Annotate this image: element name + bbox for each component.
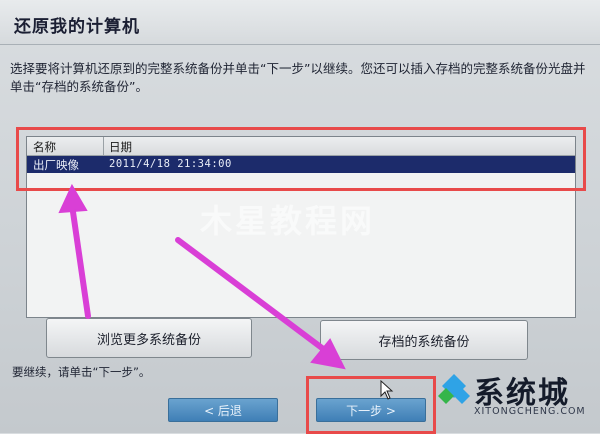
back-button[interactable]: < 后退 [168, 398, 278, 422]
watermark: 木星教程网 [200, 202, 376, 240]
window-title: 还原我的计算机 [14, 17, 140, 37]
instruction-text: 选择要将计算机还原到的完整系统备份并单击“下一步”以继续。您还可以插入存档的完整… [10, 61, 586, 94]
highlight-box-next [306, 376, 436, 434]
browse-more-backups-button[interactable]: 浏览更多系统备份 [46, 318, 252, 358]
logo-site: XITONGCHENG.COM [474, 406, 586, 417]
mouse-cursor-icon [380, 380, 394, 400]
highlight-box-list [16, 127, 586, 191]
logo-diamond-icon [438, 374, 470, 404]
continue-hint: 要继续，请单击“下一步”。 [12, 365, 151, 379]
archived-backup-button[interactable]: 存档的系统备份 [320, 320, 528, 360]
